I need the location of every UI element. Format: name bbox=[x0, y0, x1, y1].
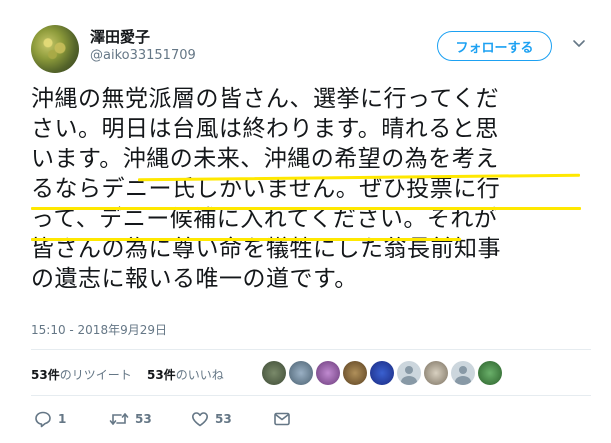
liker-avatars bbox=[262, 361, 502, 385]
highlight-underline bbox=[31, 238, 461, 241]
retweet-stat[interactable]: 53件のリツイート bbox=[31, 368, 132, 382]
liker-avatar[interactable] bbox=[343, 361, 367, 385]
tweet-timestamp[interactable]: 15:10 - 2018年9月29日 bbox=[31, 321, 167, 338]
tweet-line: います。沖縄の未来、沖縄の希望の為を考え bbox=[31, 146, 499, 172]
tweet-line: さい。明日は台風は終わります。晴れると思 bbox=[31, 116, 499, 142]
liker-avatar[interactable] bbox=[451, 361, 475, 385]
liker-avatar[interactable] bbox=[289, 361, 313, 385]
liker-avatar[interactable] bbox=[478, 361, 502, 385]
tweet-actions: 1 53 53 bbox=[31, 410, 331, 432]
highlight-underline bbox=[31, 207, 581, 210]
reply-icon bbox=[35, 411, 51, 428]
divider bbox=[31, 395, 591, 396]
liker-avatar[interactable] bbox=[370, 361, 394, 385]
follow-button[interactable]: フォローする bbox=[437, 31, 552, 61]
chevron-down-icon[interactable] bbox=[572, 36, 586, 50]
like-count: 53 bbox=[215, 412, 232, 426]
reply-count: 1 bbox=[58, 412, 67, 426]
like-button[interactable]: 53 bbox=[191, 410, 232, 428]
tweet-line: の遺志に報いる唯一の道です。 bbox=[31, 266, 358, 292]
tweet-line: 沖縄の無党派層の皆さん、選挙に行ってくだ bbox=[31, 86, 500, 112]
avatar[interactable] bbox=[31, 25, 79, 73]
like-icon bbox=[192, 412, 208, 427]
direct-message-icon bbox=[274, 412, 290, 426]
liker-avatar[interactable] bbox=[316, 361, 340, 385]
tweet-text: 沖縄の無党派層の皆さん、選挙に行ってくだ さい。明日は台風は終わります。晴れると… bbox=[31, 84, 591, 294]
liker-avatar[interactable] bbox=[424, 361, 448, 385]
liker-avatar[interactable] bbox=[262, 361, 286, 385]
reply-button[interactable]: 1 bbox=[34, 410, 66, 428]
divider bbox=[31, 349, 591, 350]
engagement-stats: 53件のリツイート 53件のいいね bbox=[31, 366, 224, 383]
retweet-icon bbox=[109, 413, 129, 425]
display-name[interactable]: 澤田愛子 bbox=[90, 26, 150, 47]
liker-avatar[interactable] bbox=[397, 361, 421, 385]
like-stat[interactable]: 53件のいいね bbox=[147, 368, 224, 382]
direct-message-button[interactable] bbox=[273, 410, 291, 428]
user-handle[interactable]: @aiko33151709 bbox=[90, 48, 196, 63]
retweet-count: 53 bbox=[135, 412, 152, 426]
retweet-button[interactable]: 53 bbox=[109, 410, 152, 428]
